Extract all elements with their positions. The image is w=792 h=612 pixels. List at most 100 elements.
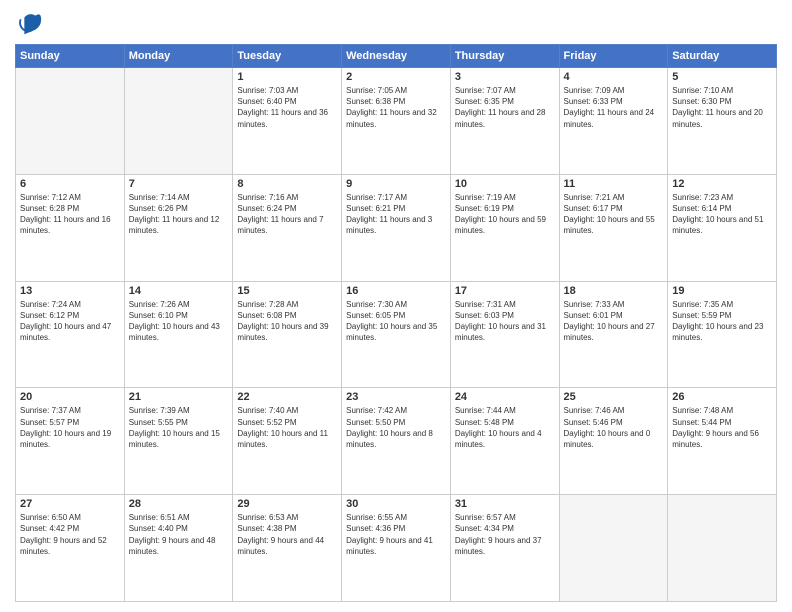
day-number: 1 <box>237 71 337 83</box>
day-number: 31 <box>455 498 555 510</box>
calendar-cell: 10 Sunrise: 7:19 AMSunset: 6:19 PMDayligh… <box>450 174 559 281</box>
day-number: 28 <box>129 498 229 510</box>
calendar-cell: 24 Sunrise: 7:44 AMSunset: 5:48 PMDayligh… <box>450 388 559 495</box>
page: SundayMondayTuesdayWednesdayThursdayFrid… <box>0 0 792 612</box>
calendar-cell: 4 Sunrise: 7:09 AMSunset: 6:33 PMDaylight… <box>559 68 668 175</box>
day-number: 24 <box>455 391 555 403</box>
calendar-cell: 15Sunrise: 7:28 AMSunset: 6:08 PMDayligh… <box>233 281 342 388</box>
day-info: Sunrise: 7:48 AMSunset: 5:44 PMDaylight:… <box>672 405 772 450</box>
week-row-2: 6 Sunrise: 7:12 AMSunset: 6:28 PMDaylight… <box>16 174 777 281</box>
calendar-cell: 31 Sunrise: 6:57 AMSunset: 4:34 PMDayligh… <box>450 495 559 602</box>
day-number: 6 <box>20 178 120 190</box>
day-number: 27 <box>20 498 120 510</box>
day-number: 26 <box>672 391 772 403</box>
day-number: 21 <box>129 391 229 403</box>
calendar-cell: 11 Sunrise: 7:21 AMSunset: 6:17 PMDayligh… <box>559 174 668 281</box>
calendar-cell: 26 Sunrise: 7:48 AMSunset: 5:44 PMDayligh… <box>668 388 777 495</box>
day-info: Sunrise: 7:17 AMSunset: 6:21 PMDaylight:… <box>346 192 446 237</box>
week-row-1: 1 Sunrise: 7:03 AMSunset: 6:40 PMDaylight… <box>16 68 777 175</box>
col-header-sunday: Sunday <box>16 45 125 68</box>
week-row-5: 27 Sunrise: 6:50 AMSunset: 4:42 PMDayligh… <box>16 495 777 602</box>
day-info: Sunrise: 6:50 AMSunset: 4:42 PMDaylight:… <box>20 512 120 557</box>
day-info: Sunrise: 7:16 AMSunset: 6:24 PMDaylight:… <box>237 192 337 237</box>
day-info: Sunrise: 7:44 AMSunset: 5:48 PMDaylight:… <box>455 405 555 450</box>
calendar-cell: 22 Sunrise: 7:40 AMSunset: 5:52 PMDayligh… <box>233 388 342 495</box>
logo-icon <box>15 10 43 38</box>
calendar-cell: 5Sunrise: 7:10 AMSunset: 6:30 PMDaylight… <box>668 68 777 175</box>
calendar-cell: 8 Sunrise: 7:16 AMSunset: 6:24 PMDaylight… <box>233 174 342 281</box>
day-info: Sunrise: 7:28 AMSunset: 6:08 PMDaylight:… <box>237 299 337 344</box>
calendar-table: SundayMondayTuesdayWednesdayThursdayFrid… <box>15 44 777 602</box>
header-row: SundayMondayTuesdayWednesdayThursdayFrid… <box>16 45 777 68</box>
col-header-thursday: Thursday <box>450 45 559 68</box>
day-info: Sunrise: 7:07 AMSunset: 6:35 PMDaylight:… <box>455 85 555 130</box>
day-info: Sunrise: 7:19 AMSunset: 6:19 PMDaylight:… <box>455 192 555 237</box>
calendar-cell: 25 Sunrise: 7:46 AMSunset: 5:46 PMDayligh… <box>559 388 668 495</box>
calendar-cell: 20 Sunrise: 7:37 AMSunset: 5:57 PMDayligh… <box>16 388 125 495</box>
day-info: Sunrise: 6:53 AMSunset: 4:38 PMDaylight:… <box>237 512 337 557</box>
day-number: 23 <box>346 391 446 403</box>
day-number: 4 <box>564 71 664 83</box>
calendar-cell: 29 Sunrise: 6:53 AMSunset: 4:38 PMDayligh… <box>233 495 342 602</box>
calendar-cell <box>559 495 668 602</box>
day-number: 19 <box>672 285 772 297</box>
day-number: 16 <box>346 285 446 297</box>
day-info: Sunrise: 7:37 AMSunset: 5:57 PMDaylight:… <box>20 405 120 450</box>
calendar-cell: 9 Sunrise: 7:17 AMSunset: 6:21 PMDaylight… <box>342 174 451 281</box>
day-info: Sunrise: 7:40 AMSunset: 5:52 PMDaylight:… <box>237 405 337 450</box>
day-info: Sunrise: 7:03 AMSunset: 6:40 PMDaylight:… <box>237 85 337 130</box>
calendar-cell: 30 Sunrise: 6:55 AMSunset: 4:36 PMDayligh… <box>342 495 451 602</box>
calendar-cell <box>16 68 125 175</box>
day-number: 13 <box>20 285 120 297</box>
col-header-monday: Monday <box>124 45 233 68</box>
calendar-cell: 28Sunrise: 6:51 AMSunset: 4:40 PMDayligh… <box>124 495 233 602</box>
day-info: Sunrise: 7:23 AMSunset: 6:14 PMDaylight:… <box>672 192 772 237</box>
day-info: Sunrise: 7:35 AMSunset: 5:59 PMDaylight:… <box>672 299 772 344</box>
calendar-cell: 13Sunrise: 7:24 AMSunset: 6:12 PMDayligh… <box>16 281 125 388</box>
calendar-cell: 17Sunrise: 7:31 AMSunset: 6:03 PMDayligh… <box>450 281 559 388</box>
day-number: 14 <box>129 285 229 297</box>
day-info: Sunrise: 7:21 AMSunset: 6:17 PMDaylight:… <box>564 192 664 237</box>
day-info: Sunrise: 7:26 AMSunset: 6:10 PMDaylight:… <box>129 299 229 344</box>
day-number: 20 <box>20 391 120 403</box>
day-number: 8 <box>237 178 337 190</box>
logo <box>15 10 47 38</box>
calendar-cell: 27 Sunrise: 6:50 AMSunset: 4:42 PMDayligh… <box>16 495 125 602</box>
day-info: Sunrise: 7:33 AMSunset: 6:01 PMDaylight:… <box>564 299 664 344</box>
col-header-friday: Friday <box>559 45 668 68</box>
calendar-cell: 12 Sunrise: 7:23 AMSunset: 6:14 PMDayligh… <box>668 174 777 281</box>
calendar-cell: 7 Sunrise: 7:14 AMSunset: 6:26 PMDaylight… <box>124 174 233 281</box>
day-number: 10 <box>455 178 555 190</box>
day-number: 11 <box>564 178 664 190</box>
day-info: Sunrise: 7:46 AMSunset: 5:46 PMDaylight:… <box>564 405 664 450</box>
day-info: Sunrise: 7:12 AMSunset: 6:28 PMDaylight:… <box>20 192 120 237</box>
calendar-cell: 14 Sunrise: 7:26 AMSunset: 6:10 PMDayligh… <box>124 281 233 388</box>
day-info: Sunrise: 6:55 AMSunset: 4:36 PMDaylight:… <box>346 512 446 557</box>
day-info: Sunrise: 7:39 AMSunset: 5:55 PMDaylight:… <box>129 405 229 450</box>
day-number: 7 <box>129 178 229 190</box>
day-info: Sunrise: 7:30 AMSunset: 6:05 PMDaylight:… <box>346 299 446 344</box>
calendar-cell: 23 Sunrise: 7:42 AMSunset: 5:50 PMDayligh… <box>342 388 451 495</box>
day-info: Sunrise: 6:57 AMSunset: 4:34 PMDaylight:… <box>455 512 555 557</box>
day-number: 29 <box>237 498 337 510</box>
day-info: Sunrise: 7:05 AMSunset: 6:38 PMDaylight:… <box>346 85 446 130</box>
day-number: 22 <box>237 391 337 403</box>
calendar-cell: 2Sunrise: 7:05 AMSunset: 6:38 PMDaylight… <box>342 68 451 175</box>
day-number: 18 <box>564 285 664 297</box>
day-number: 12 <box>672 178 772 190</box>
col-header-saturday: Saturday <box>668 45 777 68</box>
day-info: Sunrise: 7:42 AMSunset: 5:50 PMDaylight:… <box>346 405 446 450</box>
col-header-wednesday: Wednesday <box>342 45 451 68</box>
week-row-4: 20 Sunrise: 7:37 AMSunset: 5:57 PMDayligh… <box>16 388 777 495</box>
day-info: Sunrise: 7:14 AMSunset: 6:26 PMDaylight:… <box>129 192 229 237</box>
calendar-cell <box>124 68 233 175</box>
day-number: 30 <box>346 498 446 510</box>
calendar-cell: 1 Sunrise: 7:03 AMSunset: 6:40 PMDaylight… <box>233 68 342 175</box>
calendar-cell <box>668 495 777 602</box>
calendar-cell: 6 Sunrise: 7:12 AMSunset: 6:28 PMDaylight… <box>16 174 125 281</box>
calendar-cell: 19 Sunrise: 7:35 AMSunset: 5:59 PMDayligh… <box>668 281 777 388</box>
day-info: Sunrise: 7:09 AMSunset: 6:33 PMDaylight:… <box>564 85 664 130</box>
day-number: 9 <box>346 178 446 190</box>
day-number: 25 <box>564 391 664 403</box>
day-number: 17 <box>455 285 555 297</box>
